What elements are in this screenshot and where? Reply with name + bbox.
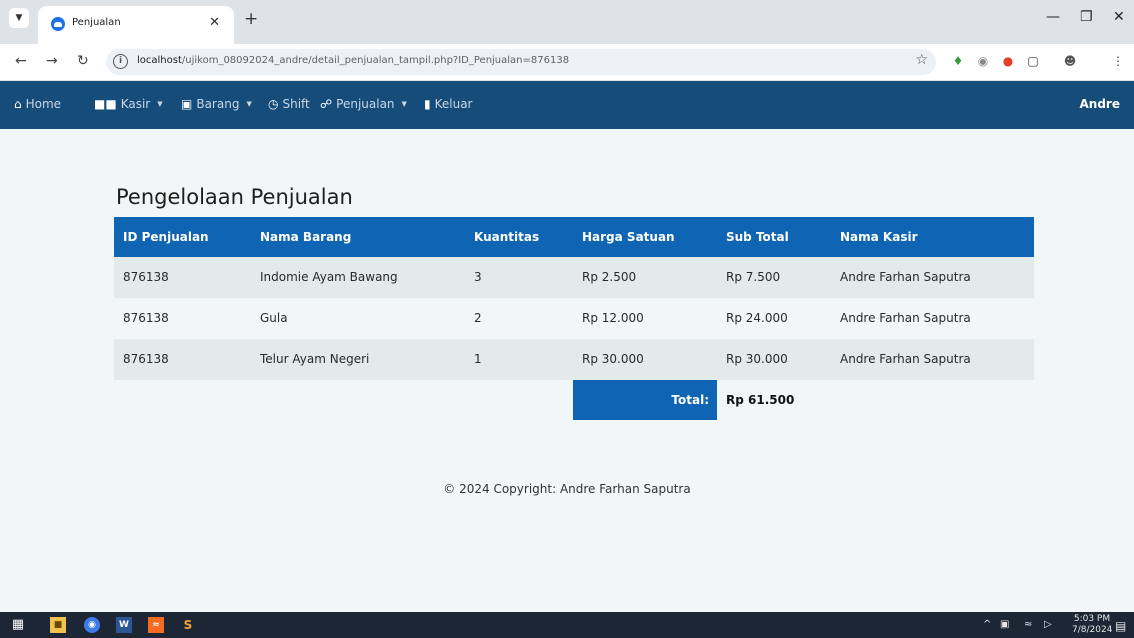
browser-toolbar: ← → ↻ i localhost/ujikom_08092024_andre/… [0, 44, 1134, 81]
tab-search-chevron-icon[interactable]: ▼ [9, 8, 29, 28]
column-header: ID Penjualan [123, 230, 209, 244]
table-cell: Andre Farhan Saputra [840, 270, 971, 284]
total-row: Total: Rp 61.500 [114, 380, 1034, 420]
nav-barang[interactable]: ▣ Barang ▼ [181, 97, 252, 111]
table-cell: 876138 [123, 311, 169, 325]
home-icon: ⌂ [14, 97, 22, 111]
wifi-icon[interactable]: ≈ [1024, 619, 1032, 630]
table-cell: 876138 [123, 352, 169, 366]
taskbar: ▦ ■ ◉ W ≈ S ^ ▣ ≈ ▷ 5:03 PM 7/8/2024 ▤ [0, 612, 1134, 638]
chrome-icon[interactable]: ◉ [84, 617, 100, 633]
table-cell: 3 [474, 270, 482, 284]
nav-home[interactable]: ⌂ Home [14, 97, 61, 111]
bookmark-star-icon[interactable]: ☆ [915, 52, 928, 68]
table-cell: Rp 24.000 [726, 311, 788, 325]
table-cell: Andre Farhan Saputra [840, 352, 971, 366]
browser-tab-strip: ▼ Penjualan ✕ + — ❐ ✕ [0, 0, 1134, 44]
minimize-icon[interactable]: — [1046, 9, 1060, 25]
nav-penjualan[interactable]: ☍ Penjualan ▼ [320, 97, 407, 111]
tab-close-icon[interactable]: ✕ [209, 15, 220, 30]
url-text[interactable]: localhost/ujikom_08092024_andre/detail_p… [137, 55, 569, 66]
users-icon: ■■ [94, 97, 117, 111]
chevron-down-icon: ▼ [157, 100, 163, 108]
table-cell: Andre Farhan Saputra [840, 311, 971, 325]
cart-icon: ☍ [320, 97, 333, 111]
user-name[interactable]: Andre [1080, 97, 1120, 111]
total-label: Total: [573, 380, 717, 420]
favicon-icon [51, 17, 65, 31]
sales-table: ID Penjualan Nama Barang Kuantitas Harga… [114, 217, 1034, 420]
copyright-footer: © 2024 Copyright: Andre Farhan Saputra [443, 482, 691, 496]
back-icon[interactable]: ← [15, 53, 27, 69]
table-cell: 2 [474, 311, 482, 325]
new-tab-icon[interactable]: + [244, 9, 258, 29]
site-info-icon[interactable]: i [113, 54, 128, 69]
table-cell: Rp 30.000 [582, 352, 644, 366]
clock-time: 5:03 PM [1073, 614, 1111, 624]
nav-shift[interactable]: ◷ Shift [268, 97, 310, 111]
table-cell: Telur Ayam Negeri [260, 352, 370, 366]
chevron-down-icon: ▼ [246, 100, 252, 108]
table-row: 876138 Gula 2 Rp 12.000 Rp 24.000 Andre … [114, 298, 1034, 339]
extensions-puzzle-icon[interactable]: ▢ [1025, 53, 1041, 69]
tab-title: Penjualan [72, 17, 121, 28]
address-bar[interactable]: i localhost/ujikom_08092024_andre/detail… [106, 49, 936, 75]
file-explorer-icon[interactable]: ■ [50, 617, 66, 633]
clock-icon: ◷ [268, 97, 279, 111]
sublime-text-icon[interactable]: S [180, 617, 196, 633]
column-header: Kuantitas [474, 230, 540, 244]
windows-start-icon[interactable]: ▦ [10, 617, 26, 633]
table-cell: Rp 2.500 [582, 270, 637, 284]
browser-tab[interactable]: Penjualan ✕ [38, 6, 234, 44]
word-icon[interactable]: W [116, 617, 132, 633]
chevron-down-icon: ▼ [401, 100, 407, 108]
column-header: Harga Satuan [582, 230, 675, 244]
app-navbar: ⌂ Home ■■ Kasir ▼ ▣ Barang ▼ ◷ Shift ☍ P… [0, 81, 1134, 129]
column-header: Nama Barang [260, 230, 352, 244]
table-row: 876138 Telur Ayam Negeri 1 Rp 30.000 Rp … [114, 339, 1034, 380]
column-header: Nama Kasir [840, 230, 918, 244]
column-header: Sub Total [726, 230, 789, 244]
table-cell: Rp 7.500 [726, 270, 781, 284]
extension-icon[interactable]: ● [1000, 53, 1016, 69]
reload-icon[interactable]: ↻ [77, 53, 89, 69]
total-value: Rp 61.500 [726, 393, 795, 407]
table-cell: 876138 [123, 270, 169, 284]
xampp-icon[interactable]: ≈ [148, 617, 164, 633]
table-cell: 1 [474, 352, 482, 366]
restore-icon[interactable]: ❐ [1080, 9, 1093, 25]
table-cell: Rp 12.000 [582, 311, 644, 325]
nav-keluar[interactable]: ▮ Keluar [424, 97, 473, 111]
tray-chevron-up-icon[interactable]: ^ [983, 619, 991, 630]
nav-kasir[interactable]: ■■ Kasir ▼ [94, 97, 163, 111]
close-window-icon[interactable]: ✕ [1113, 9, 1125, 25]
table-row: 876138 Indomie Ayam Bawang 3 Rp 2.500 Rp… [114, 257, 1034, 298]
taskbar-clock[interactable]: 5:03 PM 7/8/2024 [1072, 614, 1112, 636]
camera-icon[interactable]: ◉ [975, 53, 991, 69]
volume-icon[interactable]: ▷ [1044, 619, 1052, 630]
box-icon: ▣ [181, 97, 193, 111]
table-cell: Rp 30.000 [726, 352, 788, 366]
profile-avatar-icon[interactable]: ☻ [1062, 53, 1078, 69]
clock-date: 7/8/2024 [1072, 625, 1113, 635]
extension-icon[interactable]: ♦ [950, 53, 966, 69]
page-title: Pengelolaan Penjualan [116, 185, 353, 209]
menu-kebab-icon[interactable]: ⋮ [1110, 53, 1126, 69]
tray-device-icon[interactable]: ▣ [1000, 619, 1009, 630]
exit-icon: ▮ [424, 97, 431, 111]
table-cell: Gula [260, 311, 288, 325]
table-cell: Indomie Ayam Bawang [260, 270, 398, 284]
forward-icon[interactable]: → [46, 53, 58, 69]
table-header: ID Penjualan Nama Barang Kuantitas Harga… [114, 217, 1034, 257]
notification-icon[interactable]: ▤ [1115, 619, 1126, 633]
